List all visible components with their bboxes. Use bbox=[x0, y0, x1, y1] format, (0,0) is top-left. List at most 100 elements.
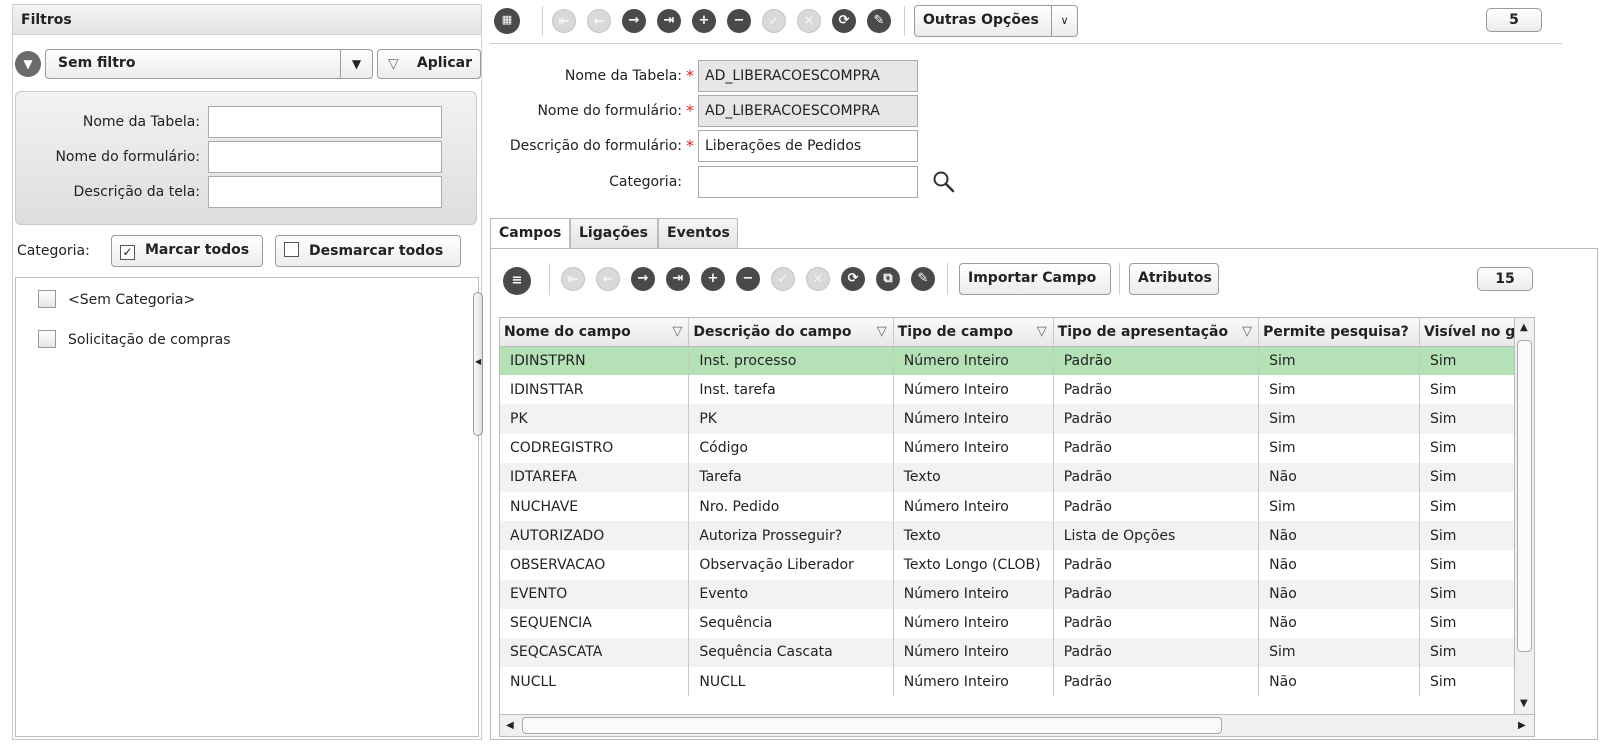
table-cell[interactable]: NUCHAVE bbox=[500, 491, 690, 522]
tab-campos[interactable]: Campos bbox=[490, 218, 570, 249]
table-cell[interactable]: Sim bbox=[1258, 637, 1420, 668]
chevron-down-icon[interactable]: ∨ bbox=[1051, 6, 1077, 36]
scroll-right-icon[interactable]: ▶ bbox=[1518, 720, 1526, 731]
vertical-scrollbar[interactable]: ▲ ▼ bbox=[1514, 318, 1534, 714]
table-cell[interactable]: OBSERVACAO bbox=[500, 550, 690, 580]
table-cell[interactable]: Evento bbox=[688, 579, 894, 609]
column-header[interactable]: Descrição do campo ▽ bbox=[688, 318, 894, 347]
filter-icon[interactable]: ▽ bbox=[877, 324, 887, 339]
last-record-icon[interactable]: ⇥ bbox=[657, 9, 681, 33]
table-cell[interactable]: IDINSTTAR bbox=[500, 375, 690, 405]
table-row[interactable]: IDTAREFA Tarefa Texto Padrão Não Sim bbox=[500, 462, 1534, 492]
chevron-down-icon[interactable]: ▼ bbox=[340, 50, 372, 78]
next-record-icon[interactable]: → bbox=[622, 9, 646, 33]
table-cell[interactable]: Número Inteiro bbox=[893, 608, 1054, 638]
table-cell[interactable]: IDINSTPRN bbox=[500, 346, 690, 376]
table-cell[interactable]: Tarefa bbox=[688, 462, 894, 492]
filter-select[interactable]: Sem filtro ▼ bbox=[45, 49, 373, 79]
last-record-icon[interactable]: ⇥ bbox=[666, 267, 690, 291]
filter-add-icon[interactable]: ▼ bbox=[15, 51, 41, 77]
refresh-icon[interactable]: ⟳ bbox=[841, 267, 865, 291]
table-cell[interactable]: Inst. processo bbox=[688, 346, 894, 376]
form-name-field[interactable]: AD_LIBERACOESCOMPRA bbox=[698, 95, 918, 127]
table-cell[interactable]: Não bbox=[1258, 608, 1420, 638]
table-cell[interactable]: EVENTO bbox=[500, 579, 690, 609]
scroll-down-icon[interactable]: ▼ bbox=[1520, 698, 1528, 709]
scroll-thumb[interactable] bbox=[1517, 340, 1532, 652]
cancel-icon[interactable]: ✕ bbox=[806, 267, 830, 291]
edit-icon[interactable]: ✎ bbox=[911, 267, 935, 291]
table-row[interactable]: NUCHAVE Nro. Pedido Número Inteiro Padrão Si… bbox=[500, 491, 1534, 522]
table-cell[interactable]: Nro. Pedido bbox=[688, 491, 894, 522]
filter-icon[interactable]: ▽ bbox=[1037, 324, 1047, 339]
add-field-icon[interactable]: + bbox=[701, 267, 725, 291]
table-cell[interactable]: Número Inteiro bbox=[893, 579, 1054, 609]
table-row[interactable]: SEQCASCATA Sequência Cascata Número Inteir… bbox=[500, 637, 1534, 668]
table-row[interactable]: EVENTO Evento Número Inteiro Padrão Não Sim bbox=[500, 579, 1534, 609]
table-cell[interactable]: Inst. tarefa bbox=[688, 375, 894, 405]
filter-screen-desc-input[interactable] bbox=[208, 176, 442, 208]
table-cell[interactable]: SEQUENCIA bbox=[500, 608, 690, 638]
checkbox[interactable] bbox=[38, 290, 56, 308]
table-cell[interactable]: Padrão bbox=[1053, 667, 1260, 697]
table-cell[interactable]: Padrão bbox=[1053, 346, 1260, 376]
next-record-icon[interactable]: → bbox=[631, 267, 655, 291]
duplicate-icon[interactable]: ⧉ bbox=[876, 267, 900, 291]
table-cell[interactable]: Sim bbox=[1258, 433, 1420, 463]
table-cell[interactable]: Não bbox=[1258, 579, 1420, 609]
tab-eventos[interactable]: Eventos bbox=[658, 218, 738, 248]
column-header[interactable]: Tipo de apresentação ▽ bbox=[1053, 318, 1260, 347]
remove-record-icon[interactable]: − bbox=[727, 9, 751, 33]
table-cell[interactable]: Observação Liberador bbox=[688, 550, 894, 580]
checkbox[interactable] bbox=[38, 330, 56, 348]
table-row[interactable]: NUCLL NUCLL Número Inteiro Padrão Não Sim bbox=[500, 667, 1534, 697]
unmark-all-button[interactable]: Desmarcar todos bbox=[275, 235, 461, 267]
import-field-button[interactable]: Importar Campo bbox=[959, 263, 1111, 295]
table-cell[interactable]: CODREGISTRO bbox=[500, 433, 690, 463]
table-cell[interactable]: Sim bbox=[1258, 375, 1420, 405]
table-row[interactable]: PK PK Número Inteiro Padrão Sim Sim bbox=[500, 404, 1534, 434]
grid-menu-icon[interactable]: ≡ bbox=[503, 267, 531, 295]
table-cell[interactable]: Padrão bbox=[1053, 462, 1260, 492]
apply-button[interactable]: ▽ Aplicar bbox=[377, 49, 481, 79]
table-cell[interactable]: Padrão bbox=[1053, 375, 1260, 405]
table-cell[interactable]: Sequência bbox=[688, 608, 894, 638]
table-cell[interactable]: Sim bbox=[1258, 491, 1420, 522]
add-record-icon[interactable]: + bbox=[692, 9, 716, 33]
cancel-icon[interactable]: ✕ bbox=[797, 9, 821, 33]
table-row[interactable]: IDINSTPRN Inst. processo Número Inteiro Pad… bbox=[500, 346, 1534, 376]
grid-view-icon[interactable]: ▦ bbox=[494, 8, 520, 34]
table-cell[interactable]: Lista de Opções bbox=[1053, 521, 1260, 551]
table-row[interactable]: IDINSTTAR Inst. tarefa Número Inteiro Padrã… bbox=[500, 375, 1534, 405]
previous-record-icon[interactable]: ← bbox=[587, 9, 611, 33]
first-record-icon[interactable]: ⇤ bbox=[561, 267, 585, 291]
scroll-thumb[interactable] bbox=[522, 717, 1222, 734]
scroll-up-icon[interactable]: ▲ bbox=[1520, 322, 1528, 333]
column-header[interactable]: Nome do campo ▽ bbox=[500, 318, 690, 347]
remove-field-icon[interactable]: − bbox=[736, 267, 760, 291]
table-row[interactable]: OBSERVACAO Observação Liberador Texto Long… bbox=[500, 550, 1534, 580]
search-icon[interactable] bbox=[932, 170, 956, 194]
table-cell[interactable]: Padrão bbox=[1053, 550, 1260, 580]
table-cell[interactable]: Padrão bbox=[1053, 404, 1260, 434]
save-check-icon[interactable]: ✓ bbox=[762, 9, 786, 33]
table-cell[interactable]: Sim bbox=[1258, 346, 1420, 376]
scroll-left-icon[interactable]: ◀ bbox=[506, 720, 514, 731]
table-cell[interactable]: PK bbox=[500, 404, 690, 434]
table-cell[interactable]: Texto Longo (CLOB) bbox=[893, 550, 1054, 580]
table-cell[interactable]: Padrão bbox=[1053, 579, 1260, 609]
more-options-button[interactable]: Outras Opções ∨ bbox=[914, 5, 1078, 37]
tab-ligacoes[interactable]: Ligações bbox=[570, 218, 658, 248]
table-cell[interactable]: Não bbox=[1258, 462, 1420, 492]
category-item[interactable]: <Sem Categoria> bbox=[38, 290, 195, 308]
form-desc-field[interactable]: Liberações de Pedidos bbox=[698, 130, 918, 162]
table-cell[interactable]: Número Inteiro bbox=[893, 375, 1054, 405]
refresh-icon[interactable]: ⟳ bbox=[832, 9, 856, 33]
table-cell[interactable]: SEQCASCATA bbox=[500, 637, 690, 668]
table-cell[interactable]: Padrão bbox=[1053, 637, 1260, 668]
table-cell[interactable]: Autoriza Prosseguir? bbox=[688, 521, 894, 551]
table-cell[interactable]: Sequência Cascata bbox=[688, 637, 894, 668]
edit-icon[interactable]: ✎ bbox=[867, 9, 891, 33]
table-cell[interactable]: AUTORIZADO bbox=[500, 521, 690, 551]
category-item[interactable]: Solicitação de compras bbox=[38, 330, 231, 348]
